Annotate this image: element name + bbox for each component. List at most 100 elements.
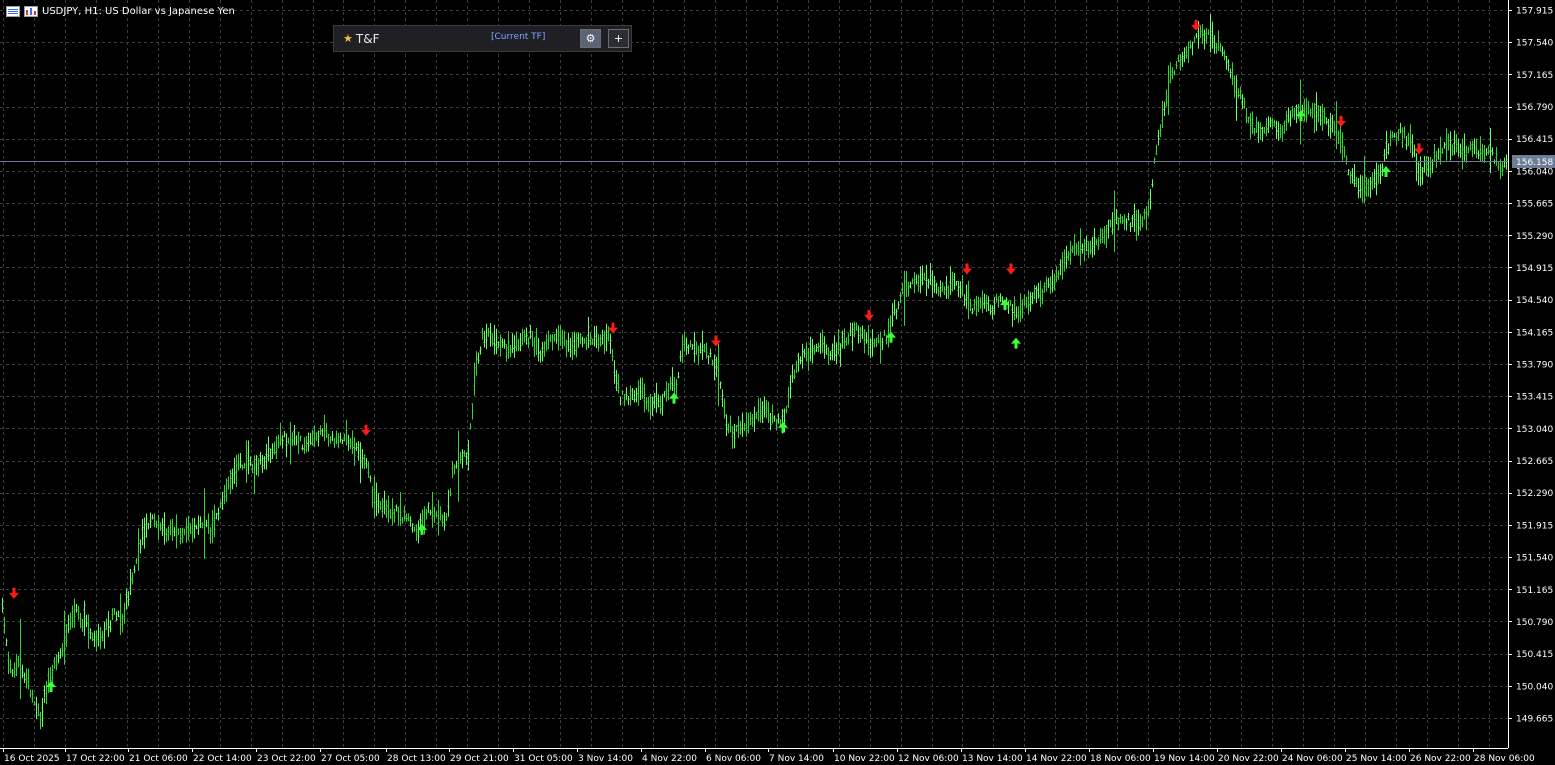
price-bar: [937, 286, 940, 297]
price-bars: [1, 14, 1508, 730]
price-bar: [461, 449, 464, 469]
price-tick-label: 156.415: [1516, 135, 1553, 145]
price-bar: [349, 437, 352, 449]
price-bar: [697, 345, 700, 366]
price-bar: [1311, 102, 1314, 119]
price-bar: [1411, 134, 1414, 158]
price-bar: [301, 444, 304, 451]
price-bar: [1477, 150, 1480, 160]
price-bar: [1427, 156, 1430, 177]
price-bar: [1371, 172, 1374, 190]
price-bar: [675, 379, 678, 398]
price-bar: [357, 441, 360, 461]
price-bar: [201, 522, 204, 529]
price-bar: [507, 331, 510, 359]
price-bar: [1419, 156, 1422, 187]
price-chart[interactable]: 157.915 157.540 157.165 156.790 156.415 156.0…: [0, 0, 1555, 765]
price-bar: [1181, 51, 1184, 68]
price-bar: [677, 372, 680, 379]
price-bar: [1019, 293, 1022, 323]
price-bar: [151, 514, 154, 520]
price-bar: [725, 414, 728, 437]
timeframe-label[interactable]: [Current TF]: [491, 32, 545, 42]
price-bar: [129, 569, 132, 595]
price-bar: [631, 387, 634, 400]
price-bar: [213, 504, 216, 538]
price-bar: [689, 340, 692, 348]
price-bar: [1063, 249, 1066, 272]
time-tick-label: 24 Nov 06:00: [1282, 754, 1343, 764]
price-bar: [1259, 122, 1262, 140]
price-bar: [137, 528, 140, 571]
price-bar: [1257, 121, 1260, 143]
price-bar: [1283, 120, 1286, 134]
price-tick-label: 150.790: [1516, 618, 1553, 628]
price-bar: [1273, 119, 1276, 127]
chart-window-icon[interactable]: [6, 5, 20, 17]
price-bar: [1393, 132, 1396, 138]
price-bar: [545, 334, 548, 352]
price-axis[interactable]: 157.915 157.540 157.165 156.790 156.415 156.0…: [1508, 0, 1555, 748]
price-bar: [431, 491, 434, 528]
price-bar: [323, 414, 326, 441]
price-bar: [1285, 110, 1288, 131]
time-tick-label: 27 Oct 05:00: [321, 754, 380, 764]
price-bar: [1279, 123, 1282, 139]
price-bar: [57, 651, 60, 664]
price-bar: [407, 513, 410, 522]
buy-arrow-shape: [669, 392, 679, 404]
price-bar: [1401, 127, 1404, 148]
price-bar: [441, 514, 444, 527]
price-bar: [1469, 141, 1472, 151]
price-bar: [649, 394, 652, 420]
price-bar: [71, 605, 74, 628]
time-axis[interactable]: 16 Oct 2025 17 Oct 22:00 21 Oct 06:00 22 Oc…: [0, 748, 1535, 764]
market-watch-icon[interactable]: [24, 5, 38, 17]
price-bar: [1245, 107, 1248, 124]
price-bar: [729, 415, 732, 433]
price-bar: [1021, 299, 1024, 319]
price-bar: [1395, 133, 1398, 146]
settings-button[interactable]: ⚙: [580, 29, 601, 48]
price-bar: [1265, 117, 1268, 137]
price-bar: [671, 367, 674, 392]
price-bar: [41, 698, 44, 727]
price-bar: [423, 506, 426, 535]
price-bar: [1383, 149, 1386, 162]
price-bar: [469, 423, 472, 430]
price-bar: [253, 455, 256, 494]
price-bar: [1231, 62, 1234, 86]
price-bar: [107, 611, 110, 638]
tf-panel[interactable]: ★ T&F [Current TF] ⚙ +: [333, 25, 632, 52]
price-bar: [277, 434, 280, 449]
price-bar: [9, 659, 12, 674]
price-bar: [817, 342, 820, 353]
price-bar: [1269, 117, 1272, 128]
price-bar: [997, 296, 1000, 308]
price-bar: [91, 632, 94, 642]
price-bar: [953, 272, 956, 290]
price-bar: [585, 336, 588, 351]
price-bar: [275, 436, 278, 460]
price-bar: [1145, 205, 1148, 231]
price-bar: [597, 334, 600, 352]
price-bar: [183, 528, 186, 536]
add-button[interactable]: +: [608, 29, 629, 48]
price-bar: [287, 437, 290, 444]
chart-window[interactable]: 157.915 157.540 157.165 156.790 156.415 156.0…: [0, 0, 1555, 765]
price-bar: [1325, 117, 1328, 125]
price-bar: [665, 381, 668, 402]
price-bar: [1375, 162, 1378, 196]
price-bar: [941, 282, 944, 292]
price-bar: [1069, 240, 1072, 265]
price-bar: [1305, 97, 1308, 123]
price-bar: [703, 343, 706, 353]
price-tick-label: 157.540: [1516, 39, 1553, 49]
price-bar: [159, 522, 162, 531]
price-bar: [533, 337, 536, 357]
time-tick-label: 23 Oct 22:00: [257, 754, 316, 764]
price-bar: [541, 341, 544, 362]
price-bar: [489, 323, 492, 347]
price-bar: [1133, 203, 1136, 233]
price-tick-label: 151.540: [1516, 554, 1553, 564]
